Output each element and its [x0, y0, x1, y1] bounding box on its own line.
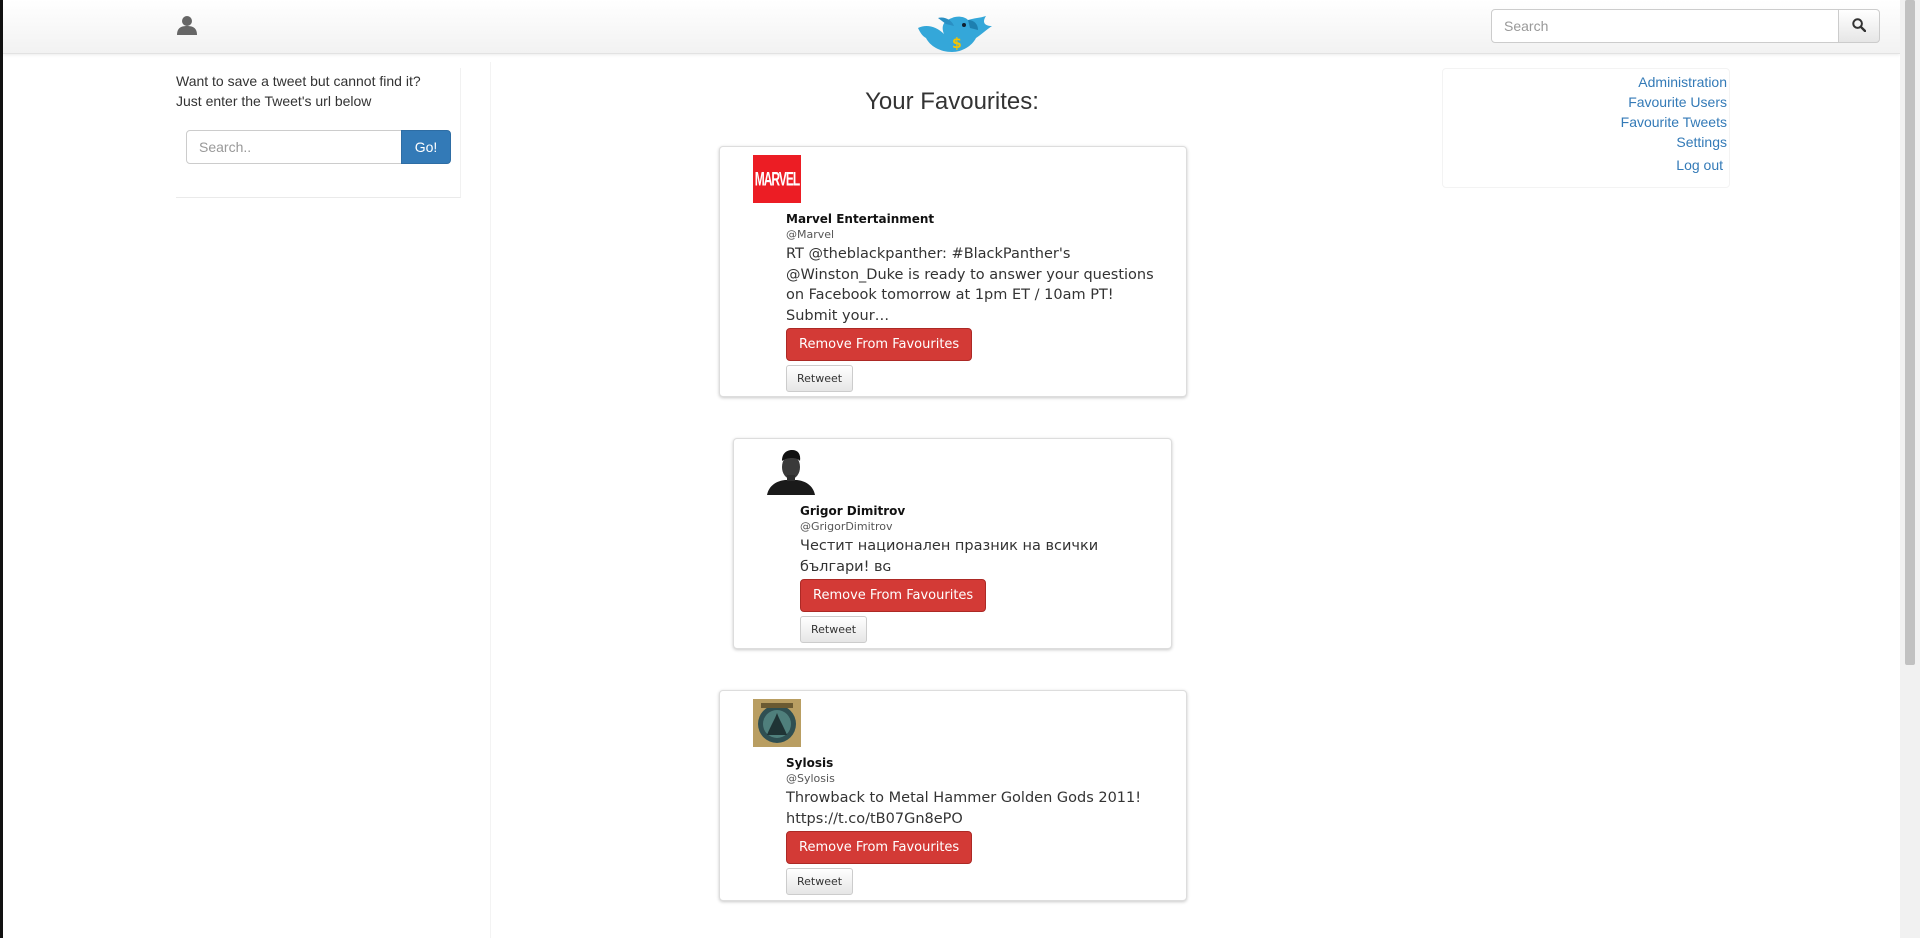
page-title: Your Favourites:	[865, 88, 1039, 115]
bird-logo[interactable]: $	[916, 14, 994, 56]
tweet-body: Grigor Dimitrov @GrigorDimitrov Честит н…	[800, 503, 1100, 643]
save-tweet-intro: Want to save a tweet but cannot find it?…	[176, 71, 456, 111]
remove-favourite-button[interactable]: Remove From Favourites	[786, 328, 973, 361]
nav-link-favourite-users[interactable]: Favourite Users	[1628, 92, 1727, 112]
tweet-card: Sylosis @Sylosis Throwback to Metal Hamm…	[719, 690, 1187, 901]
right-nav-panel: Administration Favourite Users Favourite…	[1442, 68, 1730, 188]
save-tweet-panel: Want to save a tweet but cannot find it?…	[176, 68, 461, 198]
tweet-author-handle: @GrigorDimitrov	[800, 520, 893, 533]
retweet-button[interactable]: Retweet	[786, 365, 854, 392]
scrollbar-thumb[interactable]	[1905, 0, 1915, 665]
window-edge	[0, 0, 3, 938]
nav-link-settings[interactable]: Settings	[1676, 132, 1727, 152]
tweet-text: Честит национален празник на всички бълг…	[800, 538, 1099, 575]
tweet-card: Grigor Dimitrov @GrigorDimitrov Честит н…	[733, 438, 1172, 649]
remove-favourite-button[interactable]: Remove From Favourites	[786, 831, 973, 864]
svg-text:$: $	[952, 36, 962, 52]
nav-link-administration[interactable]: Administration	[1638, 72, 1727, 92]
tweet-text: RT @theblackpanther: #BlackPanther's @Wi…	[786, 246, 1154, 324]
header-search-input[interactable]	[1491, 9, 1839, 43]
intro-line-1: Want to save a tweet but cannot find it?	[176, 73, 421, 89]
remove-favourite-button[interactable]: Remove From Favourites	[800, 579, 987, 612]
search-icon	[1852, 17, 1867, 35]
intro-line-2: Just enter the Tweet's url below	[176, 93, 372, 109]
tweet-card: MARVEL Marvel Entertainment @Marvel RT @…	[719, 146, 1187, 397]
tweet-author-name: Marvel Entertainment	[786, 212, 935, 226]
retweet-button[interactable]: Retweet	[786, 868, 854, 895]
header-search-button[interactable]	[1838, 9, 1880, 43]
marvel-logo-text: MARVEL	[754, 167, 800, 191]
nav-link-log-out[interactable]: Log out	[1676, 155, 1723, 175]
tweet-text: Throwback to Metal Hammer Golden Gods 20…	[786, 790, 1142, 827]
tweet-body: Marvel Entertainment @Marvel RT @theblac…	[786, 211, 1156, 392]
tweet-url-input[interactable]	[186, 130, 402, 164]
tweet-body: Sylosis @Sylosis Throwback to Metal Hamm…	[786, 755, 1166, 895]
avatar[interactable]	[753, 699, 801, 747]
avatar[interactable]	[767, 447, 815, 495]
retweet-button[interactable]: Retweet	[800, 616, 868, 643]
nav-link-favourite-tweets[interactable]: Favourite Tweets	[1621, 112, 1727, 132]
tweet-author-handle: @Sylosis	[786, 772, 835, 785]
tweet-author-handle: @Marvel	[786, 228, 835, 241]
user-icon[interactable]	[176, 14, 198, 36]
tweet-author-name: Grigor Dimitrov	[800, 504, 906, 518]
column-divider	[490, 62, 491, 938]
tweet-author-name: Sylosis	[786, 756, 834, 770]
avatar[interactable]: MARVEL	[753, 155, 801, 203]
go-button[interactable]: Go!	[401, 130, 451, 164]
